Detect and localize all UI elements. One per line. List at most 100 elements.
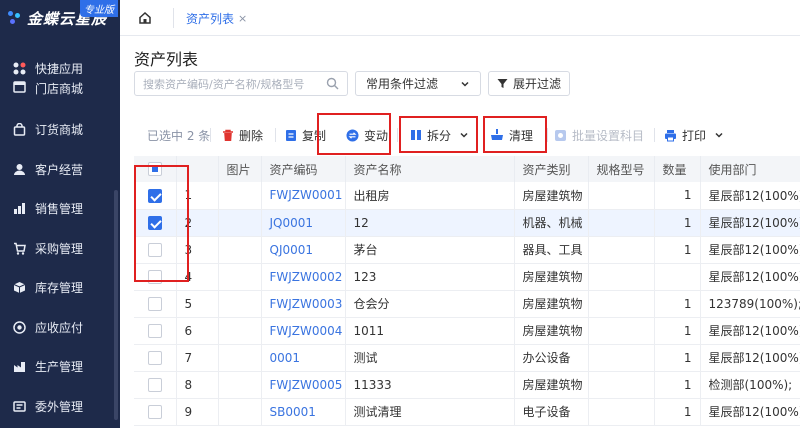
table-row[interactable]: 4 FWJZW0002 123 房屋建筑物 星辰部12(100%);	[134, 263, 800, 291]
cell-name: 测试	[345, 344, 515, 372]
row-checkbox[interactable]	[147, 377, 162, 392]
sidebar-item-label: 门店商城	[35, 82, 84, 96]
user-icon	[12, 162, 26, 176]
sidebar-item-inventory[interactable]: 库存管理	[0, 268, 120, 308]
cell-idx: 8	[176, 371, 219, 399]
sidebar-item-store[interactable]: 门店商城	[0, 80, 120, 110]
cell-code[interactable]: 0001	[261, 344, 346, 372]
sidebar-item-customer[interactable]: 客户经营	[0, 150, 120, 190]
batch-subject-button[interactable]: 批量设置科目	[554, 120, 644, 150]
cell-name: 茅台	[345, 236, 515, 264]
sidebar-item-outsourcing[interactable]: 委外管理	[0, 387, 120, 427]
table-row[interactable]: 6 FWJZW0004 1011 房屋建筑物 1 星辰部12(100%);	[134, 317, 800, 345]
cell-name: 仓会分	[345, 290, 515, 318]
edition-badge: 专业版	[80, 0, 118, 17]
cell-code[interactable]: SB0001	[261, 398, 346, 426]
cell-name: 测试清理	[345, 398, 515, 426]
row-select-cell[interactable]	[134, 371, 177, 399]
print-button[interactable]: 打印	[664, 120, 729, 150]
cell-qty: 1	[654, 236, 701, 264]
preset-filter-value: 常用条件过滤	[366, 77, 439, 91]
close-icon[interactable]: ×	[238, 12, 247, 25]
table-row[interactable]: 5 FWJZW0003 仓会分 房屋建筑物 1 123789(100%);	[134, 290, 800, 318]
sidebar-item-purchase[interactable]: 采购管理	[0, 229, 120, 269]
expand-filter-button[interactable]: 展开过滤	[488, 71, 570, 96]
outsource-icon	[12, 399, 26, 413]
sidebar-item-sales[interactable]: 销售管理	[0, 189, 120, 229]
cell-code[interactable]: FWJZW0005	[261, 371, 346, 399]
cell-spec	[588, 263, 655, 291]
delete-button[interactable]: 删除	[222, 120, 263, 150]
table-row[interactable]: 7 0001 测试 办公设备 1 星辰部12(100%);	[134, 344, 800, 372]
store-icon	[12, 80, 26, 94]
cell-image	[218, 290, 262, 318]
column-header-category[interactable]: 资产类别	[514, 156, 589, 182]
cell-spec	[588, 236, 655, 264]
table-row[interactable]: 2 JQ0001 12 机器、机械 1 星辰部12(100%);	[134, 209, 800, 237]
cell-code[interactable]: JQ0001	[261, 209, 346, 237]
column-header-name[interactable]: 资产名称	[345, 156, 515, 182]
app-logo[interactable]: 金蝶云星辰 专业版	[0, 0, 120, 36]
sidebar-item-quick-apps[interactable]: 快捷应用	[0, 56, 120, 80]
cell-code[interactable]: FWJZW0003	[261, 290, 346, 318]
column-header-code[interactable]: 资产编码	[261, 156, 346, 182]
cell-idx: 5	[176, 290, 219, 318]
sidebar-item-label: 销售管理	[35, 202, 84, 217]
column-header-department[interactable]: 使用部门	[700, 156, 800, 182]
cell-category: 电子设备	[514, 398, 589, 426]
cell-code[interactable]: FWJZW0001	[261, 182, 346, 210]
row-select-cell[interactable]	[134, 290, 177, 318]
table-row[interactable]: 1 FWJZW0001 出租房 房屋建筑物 1 星辰部12(100%);	[134, 182, 800, 210]
cell-image	[218, 236, 262, 264]
row-checkbox[interactable]	[147, 296, 162, 311]
cell-code[interactable]: FWJZW0002	[261, 263, 346, 291]
selected-count: 已选中 2 条	[147, 128, 211, 143]
row-checkbox[interactable]	[147, 323, 162, 338]
column-header-quantity[interactable]: 数量	[654, 156, 701, 182]
cell-idx: 6	[176, 317, 219, 345]
row-checkbox[interactable]	[147, 350, 162, 365]
cell-idx: 7	[176, 344, 219, 372]
bag-icon	[12, 123, 26, 137]
sidebar-item-order-mall[interactable]: 订货商城	[0, 110, 120, 150]
table-row[interactable]: 9 SB0001 测试清理 电子设备 1 星辰部12(100%);	[134, 398, 800, 426]
cell-image	[218, 371, 262, 399]
table-body: 1 FWJZW0001 出租房 房屋建筑物 1 星辰部12(100%); 2 JQ0001 12…	[134, 182, 800, 426]
row-checkbox[interactable]	[147, 404, 162, 419]
preset-filter-select[interactable]: 常用条件过滤	[355, 71, 481, 96]
search-input[interactable]: 搜索资产编码/资产名称/规格型号	[134, 71, 348, 96]
cell-name: 出租房	[345, 182, 515, 210]
table-row[interactable]: 3 QJ0001 茅台 器具、工具 1 星辰部12(100%);	[134, 236, 800, 264]
sidebar-item-receivable-payable[interactable]: 应收应付	[0, 308, 120, 348]
sidebar-scrollbar[interactable]	[114, 190, 118, 420]
chevron-down-icon	[714, 130, 729, 140]
row-select-cell[interactable]	[134, 317, 177, 345]
cell-name: 123	[345, 263, 515, 291]
row-select-cell[interactable]	[134, 398, 177, 426]
sidebar-item-label: 客户经营	[35, 162, 84, 177]
search-icon[interactable]	[326, 77, 339, 90]
home-icon[interactable]	[134, 8, 156, 28]
column-header-spec[interactable]: 规格型号	[588, 156, 655, 182]
cell-code[interactable]: QJ0001	[261, 236, 346, 264]
cell-code[interactable]: FWJZW0004	[261, 317, 346, 345]
toolbar-divider	[397, 128, 398, 142]
cell-dept: 检测部(100%);	[700, 371, 800, 399]
column-header-image[interactable]: 图片	[218, 156, 262, 182]
sidebar-item-production[interactable]: 生产管理	[0, 347, 120, 387]
cell-name: 1011	[345, 317, 515, 345]
batch-subject-label: 批量设置科目	[572, 128, 645, 143]
tab-asset-list[interactable]: 资产列表 ×	[186, 0, 247, 36]
toolbar-divider	[275, 128, 276, 142]
toolbar-divider	[654, 128, 655, 142]
row-select-cell[interactable]	[134, 344, 177, 372]
tab-label: 资产列表	[186, 11, 235, 26]
print-label: 打印	[682, 128, 707, 143]
table-row[interactable]: 8 FWJZW0005 11333 房屋建筑物 1 检测部(100%);	[134, 371, 800, 399]
factory-icon	[12, 360, 26, 374]
chevron-down-icon	[460, 78, 470, 92]
cell-dept: 星辰部12(100%);	[700, 344, 800, 372]
cell-qty	[654, 263, 701, 291]
cell-image	[218, 263, 262, 291]
sidebar-item-label: 库存管理	[35, 281, 84, 296]
